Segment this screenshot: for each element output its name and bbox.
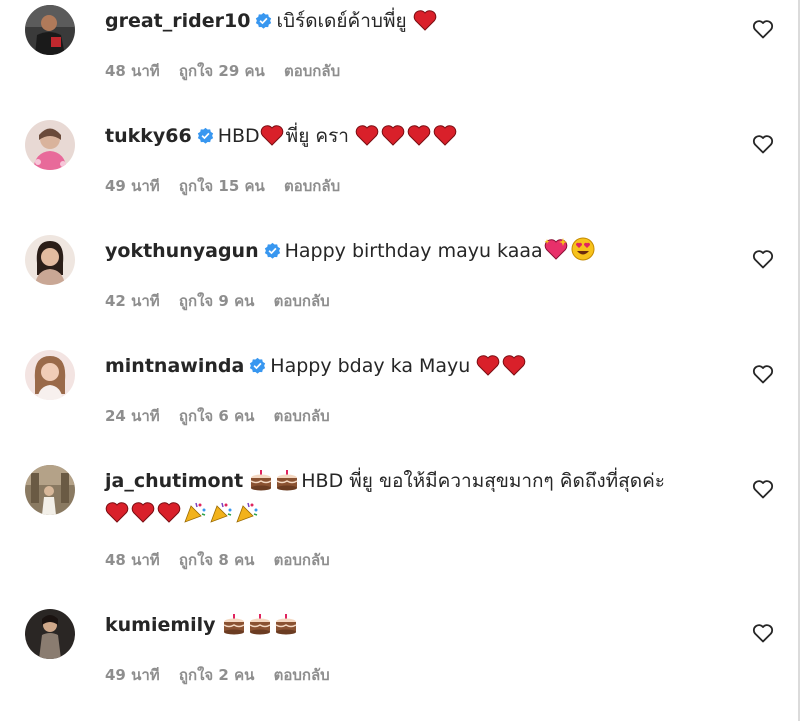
- comment-body: ja_chutimont HBD พี่ยู ขอให้มีความสุขมาก…: [105, 465, 730, 529]
- username[interactable]: great_rider10: [105, 10, 250, 32]
- like-count[interactable]: ถูกใจ 29 คน: [179, 62, 265, 80]
- cake-icon: [250, 470, 272, 491]
- heart-icon: [157, 502, 181, 523]
- avatar[interactable]: [25, 120, 75, 170]
- cake-icon: [276, 470, 298, 491]
- avatar[interactable]: [25, 5, 75, 55]
- reply-button[interactable]: ตอบกลับ: [284, 62, 340, 80]
- cake-icon: [223, 614, 245, 635]
- comment-body: mintnawinda Happy bday ka Mayu: [105, 350, 730, 382]
- heart-outline-icon[interactable]: [751, 132, 775, 156]
- heart-icon: [260, 125, 283, 146]
- party-popper-icon: [236, 502, 258, 523]
- comment-text: Happy birthday mayu kaaa: [284, 240, 543, 262]
- comments-panel: great_rider10 เบิร์ดเดย์ค้าบพี่ยู 48 นาที…: [0, 0, 800, 721]
- avatar[interactable]: [25, 465, 75, 515]
- comment-body: tukky66 HBD พี่ยู ครา: [105, 120, 730, 152]
- heart-icon: [355, 125, 379, 146]
- heart-icon: [407, 125, 431, 146]
- cake-icon: [275, 614, 297, 635]
- username[interactable]: kumiemily: [105, 614, 216, 636]
- reply-button[interactable]: ตอบกลับ: [284, 177, 340, 195]
- like-count[interactable]: ถูกใจ 6 คน: [179, 407, 254, 425]
- reply-button[interactable]: ตอบกลับ: [274, 551, 330, 569]
- heart-outline-icon[interactable]: [751, 17, 775, 41]
- avatar[interactable]: [25, 235, 75, 285]
- party-popper-icon: [210, 502, 232, 523]
- comment-time: 49 นาที: [105, 177, 160, 195]
- heart-icon: [381, 125, 405, 146]
- verified-badge-icon: [250, 357, 266, 374]
- heart-outline-icon[interactable]: [751, 621, 775, 645]
- heart-outline-icon[interactable]: [751, 477, 775, 501]
- username[interactable]: yokthunyagun: [105, 240, 259, 262]
- comment-text: HBD พี่ยู ขอให้มีความสุขมากๆ คิดถึงที่สุ…: [301, 470, 665, 492]
- heart-icon: [433, 125, 457, 146]
- verified-badge-icon: [197, 127, 213, 144]
- heart-icon: [105, 502, 129, 523]
- comment-meta: 48 นาที ถูกใจ 8 คน ตอบกลับ: [105, 548, 344, 572]
- heart-icon: [413, 10, 436, 31]
- comment-body: yokthunyagun Happy birthday mayu kaaa: [105, 235, 730, 267]
- comment-text: HBD: [217, 125, 260, 147]
- heart-icon: [477, 355, 500, 376]
- cake-icon: [249, 614, 271, 635]
- reply-button[interactable]: ตอบกลับ: [274, 407, 330, 425]
- username[interactable]: ja_chutimont: [105, 470, 243, 492]
- like-count[interactable]: ถูกใจ 15 คน: [179, 177, 265, 195]
- like-count[interactable]: ถูกใจ 2 คน: [179, 666, 254, 684]
- reply-button[interactable]: ตอบกลับ: [274, 666, 330, 684]
- avatar[interactable]: [25, 350, 75, 400]
- username[interactable]: mintnawinda: [105, 355, 244, 377]
- sparkling-heart-icon: [544, 238, 567, 260]
- reply-button[interactable]: ตอบกลับ: [274, 292, 330, 310]
- comment-text: เบิร์ดเดย์ค้าบพี่ยู: [276, 10, 407, 32]
- heart-icon: [503, 355, 526, 376]
- verified-badge-icon: [256, 12, 272, 29]
- comment-meta: 49 นาที ถูกใจ 2 คน ตอบกลับ: [105, 663, 344, 687]
- like-count[interactable]: ถูกใจ 9 คน: [179, 292, 254, 310]
- heart-icon: [131, 502, 155, 523]
- comment-time: 48 นาที: [105, 62, 160, 80]
- comment-meta: 42 นาที ถูกใจ 9 คน ตอบกลับ: [105, 289, 344, 313]
- comment-body: great_rider10 เบิร์ดเดย์ค้าบพี่ยู: [105, 5, 730, 37]
- comment-meta: 24 นาที ถูกใจ 6 คน ตอบกลับ: [105, 404, 344, 428]
- comment-time: 48 นาที: [105, 551, 160, 569]
- comment-body: kumiemily: [105, 609, 730, 641]
- comment-text: Happy bday ka Mayu: [270, 355, 471, 377]
- comment-time: 49 นาที: [105, 666, 160, 684]
- comment-meta: 49 นาที ถูกใจ 15 คน ตอบกลับ: [105, 174, 354, 198]
- comment-meta: 48 นาที ถูกใจ 29 คน ตอบกลับ: [105, 59, 354, 83]
- comment-text: พี่ยู ครา: [285, 125, 349, 147]
- heart-outline-icon[interactable]: [751, 247, 775, 271]
- like-count[interactable]: ถูกใจ 8 คน: [179, 551, 254, 569]
- comment-time: 42 นาที: [105, 292, 160, 310]
- username[interactable]: tukky66: [105, 125, 192, 147]
- heart-eyes-icon: [571, 237, 595, 261]
- heart-outline-icon[interactable]: [751, 362, 775, 386]
- avatar[interactable]: [25, 609, 75, 659]
- verified-badge-icon: [264, 242, 280, 259]
- party-popper-icon: [184, 502, 206, 523]
- comment-time: 24 นาที: [105, 407, 160, 425]
